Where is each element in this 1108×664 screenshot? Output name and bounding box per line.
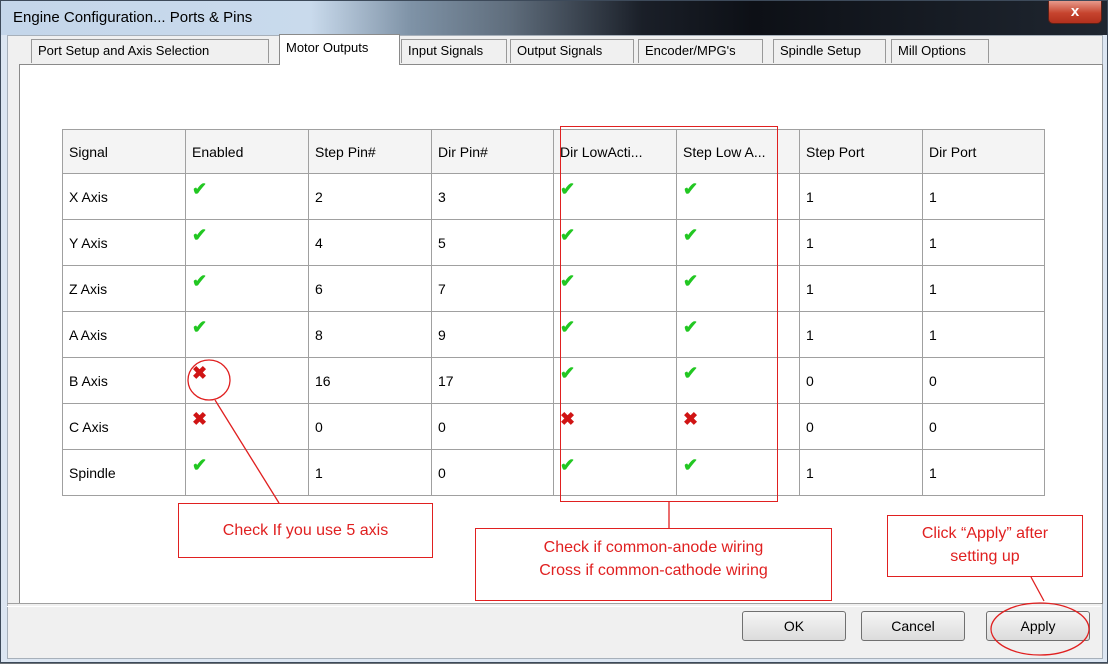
dir-pin-cell[interactable]: 9 — [431, 311, 554, 358]
step-port-cell[interactable]: 1 — [799, 219, 923, 266]
step-pin-cell[interactable]: 2 — [308, 173, 432, 220]
tab-label: Input Signals — [408, 43, 484, 58]
tab-encoder-mpg-s[interactable]: Encoder/MPG's — [638, 39, 763, 63]
column-header[interactable]: Dir Port — [922, 129, 1045, 174]
dir-pin-cell[interactable]: 3 — [431, 173, 554, 220]
tab-label: Spindle Setup — [780, 43, 861, 58]
tab-label: Output Signals — [517, 43, 603, 58]
five-axis-note-text: Check If you use 5 axis — [222, 522, 389, 539]
tab-label: Port Setup and Axis Selection — [38, 43, 210, 58]
signal-cell[interactable]: Z Axis — [62, 265, 186, 312]
step-pin-cell[interactable]: 6 — [308, 265, 432, 312]
active-low-columns-highlight — [560, 126, 778, 502]
apply-note-line1: Click “Apply” after — [921, 525, 1049, 542]
title-bar[interactable]: Engine Configuration... Ports & Pins x — [1, 1, 1107, 35]
apply-note-line2: setting up — [950, 548, 1020, 565]
green-check-icon[interactable]: ✔ — [192, 179, 207, 200]
dir-port-cell[interactable]: 0 — [922, 357, 1045, 404]
window-title: Engine Configuration... Ports & Pins — [13, 9, 253, 26]
enabled-cell[interactable]: ✔ — [185, 449, 309, 496]
step-pin-cell[interactable]: 8 — [308, 311, 432, 358]
signal-cell[interactable]: Spindle — [62, 449, 186, 496]
table-row: C Axis ✖ 0 0 ✖ ✖ 0 0 — [62, 403, 1045, 450]
dir-port-cell[interactable]: 1 — [922, 449, 1045, 496]
signal-cell[interactable]: Y Axis — [62, 219, 186, 266]
table-row: Spindle ✔ 1 0 ✔ ✔ 1 1 — [62, 449, 1045, 496]
dir-pin-cell[interactable]: 0 — [431, 449, 554, 496]
button-separator — [7, 603, 1101, 607]
tab-output-signals[interactable]: Output Signals — [510, 39, 634, 63]
column-header[interactable]: Step Pin# — [308, 129, 432, 174]
tab-label: Mill Options — [898, 43, 966, 58]
enabled-cell[interactable]: ✔ — [185, 265, 309, 312]
table-row: A Axis ✔ 8 9 ✔ ✔ 1 1 — [62, 311, 1045, 358]
ok-button-label: OK — [783, 618, 805, 634]
tab-label: Motor Outputs — [286, 40, 369, 55]
enabled-cell[interactable]: ✔ — [185, 311, 309, 358]
tab-mill-options[interactable]: Mill Options — [891, 39, 989, 63]
tab-spindle-setup[interactable]: Spindle Setup — [773, 39, 886, 63]
red-cross-icon[interactable]: ✖ — [192, 409, 207, 430]
dir-pin-cell[interactable]: 17 — [431, 357, 554, 404]
apply-button-label: Apply — [1020, 618, 1056, 634]
column-header[interactable]: Dir Pin# — [431, 129, 554, 174]
step-port-cell[interactable]: 0 — [799, 357, 923, 404]
table-row: X Axis ✔ 2 3 ✔ ✔ 1 1 — [62, 173, 1045, 220]
wiring-note-line2: Cross if common-cathode wiring — [539, 562, 768, 579]
dir-port-cell[interactable]: 1 — [922, 311, 1045, 358]
green-check-icon[interactable]: ✔ — [192, 271, 207, 292]
step-port-cell[interactable]: 1 — [799, 311, 923, 358]
red-cross-icon[interactable]: ✖ — [192, 363, 207, 384]
step-pin-cell[interactable]: 0 — [308, 403, 432, 450]
column-header[interactable]: Enabled — [185, 129, 309, 174]
green-check-icon[interactable]: ✔ — [192, 225, 207, 246]
signal-cell[interactable]: X Axis — [62, 173, 186, 220]
apply-button[interactable]: Apply — [986, 611, 1090, 641]
tab-port-setup-and-axis-selection[interactable]: Port Setup and Axis Selection — [31, 39, 269, 63]
dir-pin-cell[interactable]: 0 — [431, 403, 554, 450]
wiring-note-line1: Check if common-anode wiring — [543, 539, 764, 556]
column-header[interactable]: Step Port — [799, 129, 923, 174]
enabled-cell[interactable]: ✔ — [185, 173, 309, 220]
dir-port-cell[interactable]: 0 — [922, 403, 1045, 450]
close-icon: x — [1070, 3, 1080, 20]
step-pin-cell[interactable]: 1 — [308, 449, 432, 496]
signal-cell[interactable]: C Axis — [62, 403, 186, 450]
step-port-cell[interactable]: 0 — [799, 403, 923, 450]
five-axis-note: Check If you use 5 axis — [178, 503, 433, 558]
table-row: Z Axis ✔ 6 7 ✔ ✔ 1 1 — [62, 265, 1045, 312]
green-check-icon[interactable]: ✔ — [192, 317, 207, 338]
wiring-note: Check if common-anode wiring Cross if co… — [475, 528, 832, 601]
table-row: B Axis ✖ 16 17 ✔ ✔ 0 0 — [62, 357, 1045, 404]
tab-input-signals[interactable]: Input Signals — [401, 39, 507, 63]
step-port-cell[interactable]: 1 — [799, 449, 923, 496]
apply-note: Click “Apply” after setting up — [887, 515, 1083, 577]
table-header-row: Signal Enabled Step Pin# Dir Pin# Dir LowAct… — [62, 129, 1045, 174]
dir-pin-cell[interactable]: 5 — [431, 219, 554, 266]
tab-label: Encoder/MPG's — [645, 43, 736, 58]
enabled-cell[interactable]: ✖ — [185, 357, 309, 404]
enabled-cell[interactable]: ✖ — [185, 403, 309, 450]
step-pin-cell[interactable]: 16 — [308, 357, 432, 404]
table-row: Y Axis ✔ 4 5 ✔ ✔ 1 1 — [62, 219, 1045, 266]
step-pin-cell[interactable]: 4 — [308, 219, 432, 266]
dir-port-cell[interactable]: 1 — [922, 219, 1045, 266]
step-port-cell[interactable]: 1 — [799, 265, 923, 312]
dir-port-cell[interactable]: 1 — [922, 265, 1045, 312]
close-button[interactable]: x — [1048, 1, 1102, 24]
enabled-cell[interactable]: ✔ — [185, 219, 309, 266]
cancel-button[interactable]: Cancel — [861, 611, 965, 641]
column-header[interactable]: Signal — [62, 129, 186, 174]
signal-cell[interactable]: B Axis — [62, 357, 186, 404]
cancel-button-label: Cancel — [891, 618, 935, 634]
dir-port-cell[interactable]: 1 — [922, 173, 1045, 220]
signal-cell[interactable]: A Axis — [62, 311, 186, 358]
step-port-cell[interactable]: 1 — [799, 173, 923, 220]
ok-button[interactable]: OK — [742, 611, 846, 641]
dir-pin-cell[interactable]: 7 — [431, 265, 554, 312]
tab-motor-outputs[interactable]: Motor Outputs — [279, 34, 400, 65]
motor-outputs-table: Signal Enabled Step Pin# Dir Pin# Dir LowAct… — [62, 129, 1045, 496]
engine-config-dialog: Engine Configuration... Ports & Pins x P… — [0, 0, 1108, 663]
green-check-icon[interactable]: ✔ — [192, 455, 207, 476]
